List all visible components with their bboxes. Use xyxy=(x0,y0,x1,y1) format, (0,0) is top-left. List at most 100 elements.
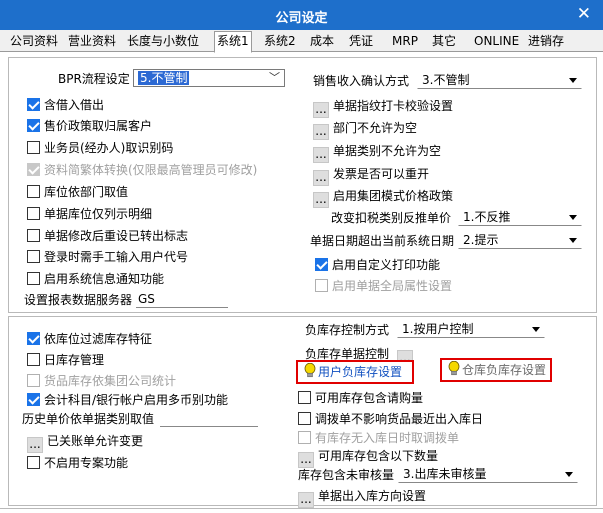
date-label: 单据日期超出当前系统日期 xyxy=(310,234,455,248)
cb-price-policy[interactable]: 售价政策取归属客户 xyxy=(27,117,152,135)
cb-reset-flag[interactable]: 单据修改后重设已转出标志 xyxy=(27,227,188,245)
btn-include-below[interactable]: ... 可用库存包含以下数量 xyxy=(298,447,439,468)
checkbox-label: 会计科目/银行帐户启用多币别功能 xyxy=(44,393,229,407)
btn-closed-change[interactable]: ... 已关账单允许变更 xyxy=(27,432,144,453)
btn-direction[interactable]: ... 单据出入库方向设置 xyxy=(298,487,427,508)
neg-stock-select[interactable]: 1.按用户控制 xyxy=(397,320,545,338)
unapproved-value: 3.出库未审核量 xyxy=(403,467,487,481)
tab-length-decimal[interactable]: 长度与小数位 xyxy=(125,32,201,52)
button-label: 发票是否可以重开 xyxy=(333,167,430,181)
cb-daily-stock[interactable]: 日库存管理 xyxy=(27,351,104,369)
checkbox-icon xyxy=(27,456,40,469)
tab-online[interactable]: ONLINE xyxy=(472,32,521,52)
caret-down-icon xyxy=(569,78,577,83)
lightbulb-icon xyxy=(304,363,316,378)
checkbox-label: 启用系统信息通知功能 xyxy=(44,272,165,286)
cb-custom-print[interactable]: 启用自定义打印功能 xyxy=(315,256,440,274)
btn-group-price[interactable]: ... 启用集团模式价格政策 xyxy=(313,187,453,208)
cb-include-requisition[interactable]: 可用库存包含请购量 xyxy=(298,389,423,407)
btn-invoice-reopen[interactable]: ... 发票是否可以重开 xyxy=(313,165,430,186)
cb-location-by-dept[interactable]: 库位依部门取值 xyxy=(27,183,128,201)
bpr-select-value: 5.不管制 xyxy=(138,71,190,85)
cb-system-notify[interactable]: 启用系统信息通知功能 xyxy=(27,270,164,288)
tax-label: 改变扣税类别反推单价 xyxy=(331,211,452,225)
checkbox-disabled-icon xyxy=(27,163,40,176)
button-label: 单据指纹打卡校验设置 xyxy=(333,99,454,113)
button-label: 单据出入库方向设置 xyxy=(318,489,427,503)
tab-other[interactable]: 其它 xyxy=(430,32,458,52)
tab-mrp[interactable]: MRP xyxy=(390,32,420,52)
cb-filter-by-location[interactable]: 依库位过滤库存特征 xyxy=(27,330,152,348)
button-label: 已关账单允许变更 xyxy=(47,434,144,448)
checkbox-icon xyxy=(27,272,40,285)
checkbox-label: 资料简繁体转换(仅限最高管理员可修改) xyxy=(44,163,258,177)
cb-manual-user-code[interactable]: 登录时需手工输入用户代号 xyxy=(27,248,188,266)
cb-multi-currency[interactable]: 会计科目/银行帐户启用多币别功能 xyxy=(27,391,228,409)
checkbox-disabled-icon xyxy=(298,431,311,444)
caret-down-icon xyxy=(532,327,540,332)
tab-system2[interactable]: 系统2 xyxy=(262,32,298,52)
cb-take-transfer: 有库存无入库日时取调拨单 xyxy=(298,429,459,447)
neg-stock-value: 1.按用户控制 xyxy=(402,322,474,336)
history-price-label: 历史单价依单据类别取值 xyxy=(22,412,155,426)
caret-down-icon xyxy=(569,215,577,220)
tab-company-info[interactable]: 公司资料 xyxy=(8,32,60,52)
cb-salesman-id[interactable]: 业务员(经办人)取识别码 xyxy=(27,139,173,157)
checkbox-label: 售价政策取归属客户 xyxy=(44,119,153,133)
tab-bar: 公司资料 营业资料 长度与小数位 系统1 系统2 成本 凭证 MRP 其它 ON… xyxy=(0,30,603,53)
checkbox-icon xyxy=(27,250,40,263)
bpr-select[interactable]: 5.不管制 ﹀ xyxy=(133,69,285,87)
checkbox-icon xyxy=(27,185,40,198)
checkbox-label: 启用自定义打印功能 xyxy=(332,258,441,272)
cb-no-project[interactable]: 不启用专案功能 xyxy=(27,454,128,472)
cb-transfer-no-effect[interactable]: 调拨单不影响货品最近出入库日 xyxy=(298,410,483,428)
close-icon[interactable]: ✕ xyxy=(577,4,591,24)
button-label: 可用库存包含以下数量 xyxy=(318,449,439,463)
tab-inventory[interactable]: 进销存 xyxy=(526,32,566,52)
checkbox-label: 启用单据全局属性设置 xyxy=(332,279,453,293)
cb-borrow-lend[interactable]: 含借入借出 xyxy=(27,96,104,114)
checkbox-label: 货品库存依集团公司统计 xyxy=(44,374,177,388)
checkbox-label: 不启用专案功能 xyxy=(44,456,129,470)
user-neg-stock-label: 用户负库存设置 xyxy=(318,365,403,379)
checkbox-icon xyxy=(27,141,40,154)
server-input[interactable]: GS xyxy=(136,291,228,308)
warehouse-neg-stock-button[interactable]: 仓库负库存设置 xyxy=(440,358,552,382)
checkbox-label: 业务员(经办人)取识别码 xyxy=(44,141,174,155)
checkbox-icon xyxy=(27,353,40,366)
bpr-label: BPR流程设定 xyxy=(58,72,130,86)
checkbox-icon xyxy=(27,229,40,242)
date-value: 2.提示 xyxy=(463,233,499,247)
tax-select[interactable]: 1.不反推 xyxy=(458,208,582,226)
date-select[interactable]: 2.提示 xyxy=(458,231,582,249)
tab-cost[interactable]: 成本 xyxy=(308,32,336,52)
cb-location-detail[interactable]: 单据库位仅列示明细 xyxy=(27,205,152,223)
checkbox-label: 登录时需手工输入用户代号 xyxy=(44,250,189,264)
server-label: 设置报表数据服务器 xyxy=(24,293,133,307)
checkbox-checked-icon xyxy=(27,119,40,132)
user-neg-stock-button[interactable]: 用户负库存设置 xyxy=(296,360,414,384)
sales-confirm-select[interactable]: 3.不管制 xyxy=(417,71,582,89)
sales-confirm-label: 销售收入确认方式 xyxy=(313,74,410,88)
cb-simplified-traditional: 资料简繁体转换(仅限最高管理员可修改) xyxy=(27,161,257,179)
checkbox-label: 库位依部门取值 xyxy=(44,185,129,199)
cb-global-attr: 启用单据全局属性设置 xyxy=(315,277,452,295)
button-label: 部门不允许为空 xyxy=(333,121,418,135)
checkbox-label: 有库存无入库日时取调拨单 xyxy=(315,431,460,445)
btn-fingerprint[interactable]: ... 单据指纹打卡校验设置 xyxy=(313,97,454,118)
tab-voucher[interactable]: 凭证 xyxy=(347,32,375,52)
caret-down-icon xyxy=(569,238,577,243)
checkbox-label: 依库位过滤库存特征 xyxy=(44,332,153,346)
button-label: 单据类别不允许为空 xyxy=(333,144,442,158)
btn-doctype-required[interactable]: ... 单据类别不允许为空 xyxy=(313,142,442,163)
tab-business-info[interactable]: 营业资料 xyxy=(66,32,118,52)
warehouse-neg-stock-label: 仓库负库存设置 xyxy=(462,363,547,377)
btn-dept-required[interactable]: ... 部门不允许为空 xyxy=(313,119,418,140)
ellipsis-icon: ... xyxy=(27,437,43,453)
window-title: 公司设定 xyxy=(275,11,328,26)
history-price-input[interactable] xyxy=(160,410,258,427)
checkbox-label: 含借入借出 xyxy=(44,98,105,112)
tab-system1[interactable]: 系统1 xyxy=(214,31,252,53)
unapproved-select[interactable]: 3.出库未审核量 xyxy=(398,465,578,483)
tax-value: 1.不反推 xyxy=(463,210,511,224)
